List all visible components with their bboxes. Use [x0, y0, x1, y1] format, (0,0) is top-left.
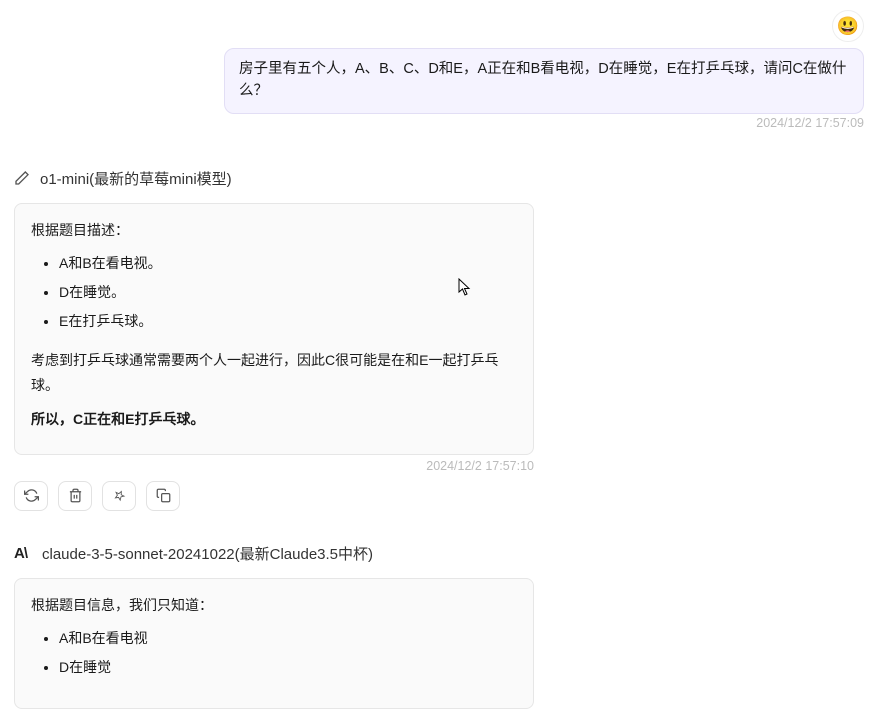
- anthropic-icon: A\: [14, 544, 32, 562]
- response-reasoning: 考虑到打乒乓球通常需要两个人一起进行，因此C很可能是在和E一起打乒乓球。: [31, 348, 517, 398]
- response-bullet-list: A和B在看电视 D在睡觉: [31, 626, 517, 680]
- list-item: A和B在看电视: [59, 626, 517, 651]
- pin-button[interactable]: [102, 481, 136, 511]
- user-avatar: 😃: [832, 10, 864, 42]
- model-header: o1-mini(最新的草莓mini模型): [14, 168, 864, 189]
- assistant-message-bubble: 根据题目信息，我们只知道： A和B在看电视 D在睡觉: [14, 578, 534, 710]
- response-intro: 根据题目描述：: [31, 218, 517, 243]
- model-header: A\ claude-3-5-sonnet-20241022(最新Claude3.…: [14, 543, 864, 564]
- assistant-timestamp: 2024/12/2 17:57:10: [14, 459, 534, 473]
- assistant-message-bubble: 根据题目描述： A和B在看电视。 D在睡觉。 E在打乒乓球。 考虑到打乒乓球通常…: [14, 203, 534, 455]
- model-name: o1-mini(最新的草莓mini模型): [40, 168, 232, 189]
- user-timestamp: 2024/12/2 17:57:09: [14, 116, 864, 130]
- response-bullet-list: A和B在看电视。 D在睡觉。 E在打乒乓球。: [31, 251, 517, 335]
- pencil-icon: [14, 170, 30, 186]
- response-conclusion: 所以，C正在和E打乒乓球。: [31, 407, 517, 432]
- list-item: E在打乒乓球。: [59, 309, 517, 334]
- list-item: D在睡觉。: [59, 280, 517, 305]
- user-message-bubble: 房子里有五个人，A、B、C、D和E，A正在和B看电视，D在睡觉，E在打乒乓球，请…: [224, 48, 864, 114]
- response-intro: 根据题目信息，我们只知道：: [31, 593, 517, 618]
- copy-button[interactable]: [146, 481, 180, 511]
- delete-button[interactable]: [58, 481, 92, 511]
- user-message-text: 房子里有五个人，A、B、C、D和E，A正在和B看电视，D在睡觉，E在打乒乓球，请…: [239, 61, 846, 99]
- model-name: claude-3-5-sonnet-20241022(最新Claude3.5中杯…: [42, 543, 373, 564]
- list-item: D在睡觉: [59, 655, 517, 680]
- regenerate-button[interactable]: [14, 481, 48, 511]
- action-row: [14, 481, 864, 511]
- list-item: A和B在看电视。: [59, 251, 517, 276]
